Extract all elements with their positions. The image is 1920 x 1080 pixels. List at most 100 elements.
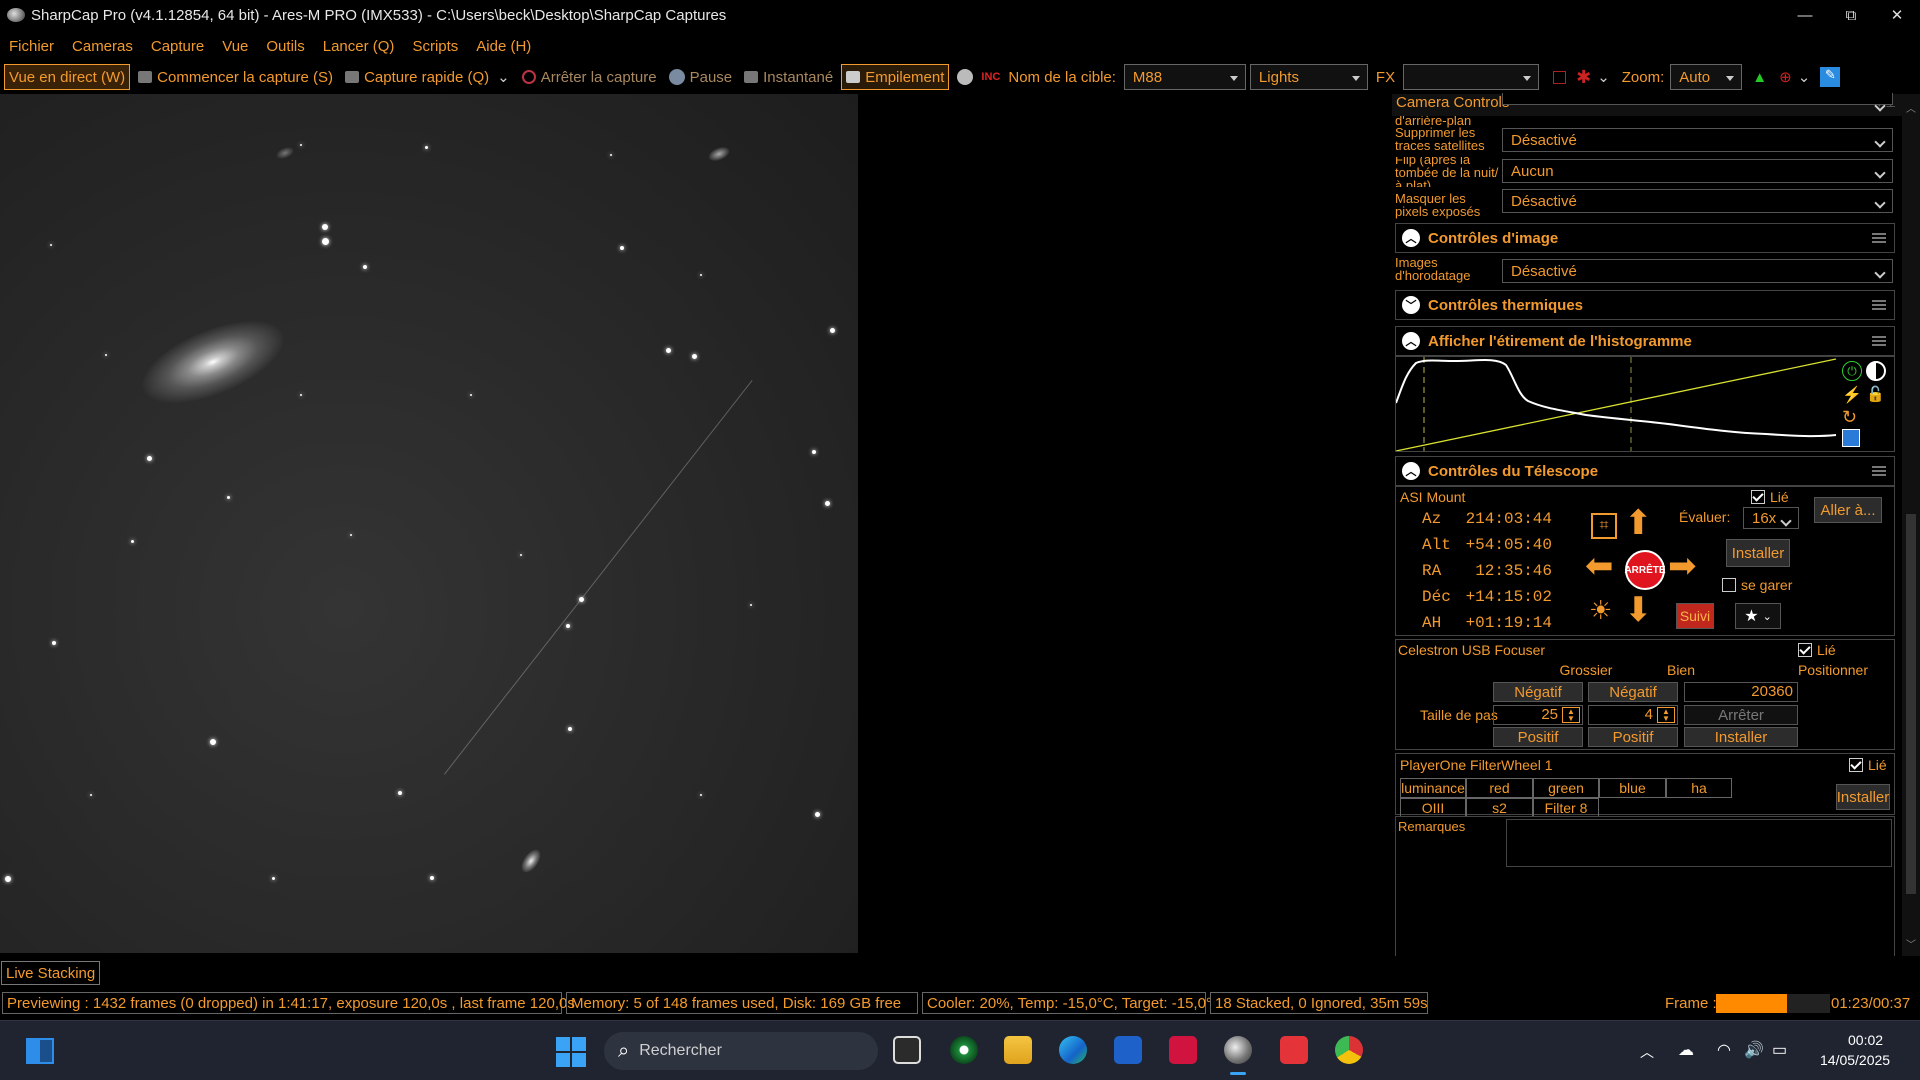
red-inc-icon[interactable]: INC (981, 71, 1000, 83)
pen-icon[interactable]: ✎ (1820, 67, 1841, 87)
slew-north-button[interactable]: ⬆ (1624, 506, 1653, 540)
task-view-icon[interactable] (893, 1036, 921, 1064)
close-button[interactable]: ✕ (1874, 0, 1920, 30)
slew-south-button[interactable]: ⬇ (1624, 593, 1653, 627)
fine-positive-button[interactable]: Positif (1588, 727, 1678, 747)
slew-west-button[interactable]: ⬅ (1585, 549, 1614, 583)
app-green-icon[interactable] (950, 1036, 978, 1064)
chrome-icon[interactable] (1335, 1036, 1363, 1064)
goto-button[interactable]: Aller à... (1814, 497, 1882, 523)
slew-east-button[interactable]: ➡ (1668, 549, 1697, 583)
coarse-step-field[interactable]: 25 ▲ ▼ (1493, 705, 1583, 725)
hamburger-icon[interactable] (1872, 233, 1886, 243)
notes-textarea[interactable] (1506, 819, 1892, 867)
park-checkbox[interactable]: se garer (1722, 577, 1792, 593)
menu-scripts[interactable]: Scripts (412, 38, 458, 55)
wifi-icon[interactable]: ◠ (1717, 1040, 1731, 1060)
red-reticle-icon[interactable]: ⊕ (1779, 68, 1792, 86)
menu-capture[interactable]: Capture (151, 38, 204, 55)
histogram-icon[interactable]: ▲ (1752, 69, 1767, 86)
zoom-select[interactable]: Auto (1670, 64, 1743, 90)
reset-icon[interactable]: ↻ (1842, 407, 1857, 428)
flip-dropdown[interactable]: Aucun (1502, 159, 1893, 183)
filter-oiii[interactable]: OIII (1400, 798, 1466, 818)
side-panel-scrollbar[interactable]: ︿ ﹀ (1902, 94, 1920, 956)
edge-icon[interactable] (1059, 1036, 1087, 1064)
filter-luminance[interactable]: luminance (1400, 778, 1466, 798)
mount-linked-checkbox[interactable]: Lié (1751, 489, 1789, 505)
thermal-controls-section[interactable]: ﹀ Contrôles thermiques (1395, 290, 1895, 320)
satellite-dropdown[interactable]: Désactivé (1502, 128, 1893, 152)
image-viewer[interactable] (0, 94, 864, 956)
coarse-negative-button[interactable]: Négatif (1493, 682, 1583, 702)
collapse-icon[interactable]: ︿ (1402, 462, 1420, 480)
histogram-section[interactable]: ︿ Afficher l'étirement de l'histogramme (1395, 326, 1895, 356)
stop-button[interactable]: ARRÊTE (1624, 550, 1666, 590)
collapse-icon[interactable]: ︿ (1402, 332, 1420, 350)
battery-icon[interactable]: ▭ (1772, 1040, 1787, 1060)
stacking-button[interactable]: Empilement (841, 64, 950, 90)
power-icon[interactable]: ⏻ (1842, 361, 1862, 381)
menu-file[interactable]: Fichier (9, 38, 54, 55)
clock-date[interactable]: 14/05/2025 (1820, 1052, 1890, 1068)
clock-time[interactable]: 00:02 (1848, 1032, 1883, 1048)
widgets-icon[interactable] (26, 1038, 54, 1064)
moon-icon[interactable] (957, 69, 974, 85)
red-box-icon[interactable] (1553, 70, 1567, 84)
live-view-button[interactable]: Vue en direct (W) (4, 64, 131, 90)
menu-tools[interactable]: Outils (266, 38, 304, 55)
hamburger-icon[interactable] (1872, 336, 1886, 346)
image-controls-section[interactable]: ︿ Contrôles d'image (1395, 223, 1895, 253)
tracking-button[interactable]: Suivi (1676, 603, 1714, 629)
position-field[interactable]: 20360 (1684, 682, 1798, 702)
timestamp-dropdown[interactable]: Désactivé (1502, 259, 1893, 283)
red-grid-icon[interactable]: ✱ (1576, 67, 1591, 88)
center-target-icon[interactable]: ☀ (1589, 597, 1612, 623)
stop-capture-button[interactable]: Arrêter la capture (518, 64, 661, 90)
mask-dropdown[interactable]: Désactivé (1502, 189, 1893, 213)
menu-view[interactable]: Vue (222, 38, 248, 55)
fx-select[interactable] (1403, 64, 1540, 90)
hamburger-icon[interactable] (1872, 300, 1886, 310)
telescope-section[interactable]: ︿ Contrôles du Télescope (1395, 456, 1895, 486)
chevron-down-icon[interactable]: ⌄ (1597, 68, 1610, 86)
minimize-button[interactable]: — (1782, 0, 1828, 30)
quick-capture-button[interactable]: Capture rapide (Q) ⌄ (341, 64, 514, 90)
anydesk-icon[interactable] (1280, 1036, 1308, 1064)
target-name-select[interactable]: M88 (1123, 64, 1246, 90)
collapse-icon[interactable]: ︿ (1402, 229, 1420, 247)
scroll-thumb[interactable] (1906, 514, 1916, 894)
pause-button[interactable]: Pause (665, 64, 737, 90)
histogram-plot[interactable] (1396, 357, 1894, 451)
focuser-linked-checkbox[interactable]: Lié (1798, 642, 1836, 658)
fine-negative-button[interactable]: Négatif (1588, 682, 1678, 702)
menu-launch[interactable]: Lancer (Q) (323, 38, 395, 55)
focuser-setup-button[interactable]: Installer (1684, 727, 1798, 747)
start-button[interactable] (556, 1037, 586, 1067)
sync-icon[interactable]: ⌗ (1591, 513, 1617, 539)
mount-setup-button[interactable]: Installer (1726, 539, 1790, 567)
search-box[interactable]: ⌕ Rechercher (604, 1032, 878, 1070)
file-explorer-icon[interactable] (1004, 1036, 1032, 1064)
chevron-down-icon[interactable]: ⌄ (1798, 68, 1811, 86)
maximize-button[interactable]: ⧉ (1828, 0, 1874, 30)
filterwheel-linked-checkbox[interactable]: Lié (1849, 757, 1887, 773)
coarse-positive-button[interactable]: Positif (1493, 727, 1583, 747)
rate-dropdown[interactable]: 16x (1743, 507, 1799, 529)
sharpcap-taskbar-icon[interactable] (1224, 1036, 1252, 1064)
save-icon[interactable] (1842, 429, 1860, 447)
volume-icon[interactable]: 🔊 (1744, 1040, 1764, 1060)
filter-ha[interactable]: ha (1666, 778, 1732, 798)
snapshot-button[interactable]: Instantané (740, 64, 837, 90)
live-stacking-tab[interactable]: Live Stacking (1, 961, 101, 985)
filter-green[interactable]: green (1533, 778, 1599, 798)
menu-help[interactable]: Aide (H) (476, 38, 531, 55)
scroll-up-icon[interactable]: ︿ (1906, 100, 1916, 115)
menu-cameras[interactable]: Cameras (72, 38, 133, 55)
scroll-down-icon[interactable]: ﹀ (1906, 936, 1916, 951)
app-red-icon[interactable] (1169, 1036, 1197, 1064)
filter-blue[interactable]: blue (1599, 778, 1666, 798)
cloud-icon[interactable]: ☁ (1678, 1040, 1694, 1060)
filter-s2[interactable]: s2 (1466, 798, 1533, 818)
hamburger-icon[interactable] (1872, 466, 1886, 476)
